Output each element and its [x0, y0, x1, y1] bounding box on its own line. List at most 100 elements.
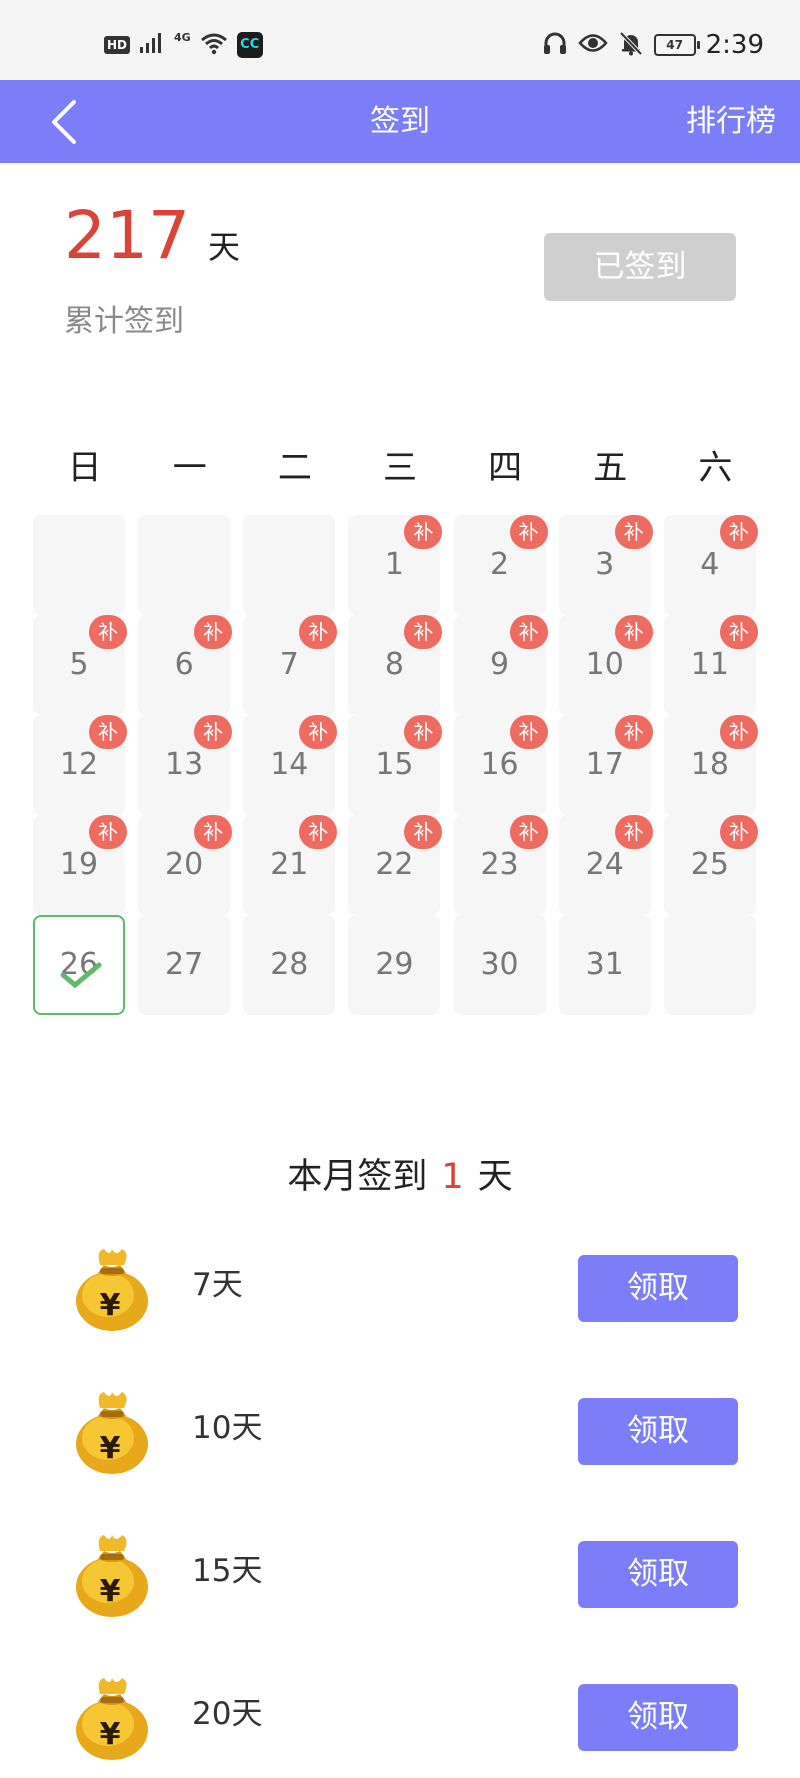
makeup-badge[interactable]: 补: [194, 815, 233, 849]
calendar-day[interactable]: 16 补: [453, 715, 548, 815]
makeup-badge[interactable]: 补: [509, 715, 548, 749]
day-number: 5: [69, 647, 89, 682]
calendar-day[interactable]: 9补: [453, 615, 548, 715]
calendar-day[interactable]: 20 补: [138, 815, 233, 915]
weekday-label: 四: [488, 448, 523, 488]
calendar-day[interactable]: 25 补: [663, 815, 758, 915]
claim-button[interactable]: 领取: [578, 1255, 738, 1322]
day-number: 19: [59, 847, 99, 882]
makeup-badge[interactable]: 补: [614, 715, 653, 749]
claim-button[interactable]: 领取: [578, 1541, 738, 1608]
calendar-day[interactable]: 3补: [558, 515, 653, 615]
makeup-badge[interactable]: 补: [719, 815, 758, 849]
makeup-badge[interactable]: 补: [719, 515, 758, 549]
reward-row: ¥ 15天 领取: [62, 1521, 738, 1621]
calendar-day[interactable]: 28: [243, 915, 336, 1015]
total-days-unit: 天: [207, 228, 240, 266]
bell-off-icon: [618, 30, 644, 60]
makeup-badge[interactable]: 补: [194, 615, 233, 649]
day-number: 31: [585, 947, 624, 982]
back-button[interactable]: [44, 94, 96, 149]
calendar-day[interactable]: 23 补: [453, 815, 548, 915]
claim-button[interactable]: 领取: [578, 1684, 738, 1751]
makeup-badge[interactable]: 补: [404, 815, 443, 849]
money-bag-icon: ¥: [62, 1378, 162, 1478]
weekday-header: 日 一 二 三 四 五 六: [32, 440, 768, 489]
calendar-day[interactable]: 1补: [348, 515, 443, 615]
makeup-badge[interactable]: 补: [299, 615, 338, 649]
calendar-day[interactable]: 8补: [348, 615, 443, 715]
money-bag-icon: ¥: [62, 1235, 162, 1335]
makeup-badge[interactable]: 补: [509, 515, 548, 549]
calendar-day[interactable]: 2补: [453, 515, 548, 615]
calendar-day[interactable]: 13 补: [138, 715, 233, 815]
day-number: 28: [270, 947, 309, 982]
calendar-day-today[interactable]: 26: [33, 915, 125, 1015]
calendar-day[interactable]: 21 补: [243, 815, 338, 915]
calendar-day[interactable]: 17 补: [558, 715, 653, 815]
day-number: 10: [585, 647, 624, 682]
calendar-day[interactable]: 24 补: [558, 815, 653, 915]
makeup-badge[interactable]: 补: [719, 615, 758, 649]
calendar-day[interactable]: 6补: [138, 615, 233, 715]
calendar-day[interactable]: 5补: [33, 615, 127, 715]
makeup-badge[interactable]: 补: [719, 715, 758, 749]
makeup-badge[interactable]: 补: [614, 515, 653, 549]
reward-days-label: 10天: [192, 1410, 263, 1446]
day-number: 12: [59, 747, 99, 782]
makeup-badge[interactable]: 补: [509, 815, 548, 849]
makeup-badge[interactable]: 补: [89, 815, 127, 849]
makeup-badge[interactable]: 补: [614, 815, 653, 849]
day-number: 1: [384, 547, 404, 582]
calendar-day[interactable]: 12 补: [33, 715, 127, 815]
svg-text:¥: ¥: [100, 1574, 121, 1609]
month-summary: 本月签到 1 天: [0, 1148, 800, 1199]
calendar-day[interactable]: 14 补: [243, 715, 338, 815]
calendar-day[interactable]: 18 补: [663, 715, 758, 815]
day-number: 22: [375, 847, 414, 882]
total-days-label: 累计签到: [64, 304, 184, 339]
makeup-badge[interactable]: 补: [194, 715, 233, 749]
makeup-badge[interactable]: 补: [299, 715, 338, 749]
calendar-day[interactable]: 15 补: [348, 715, 443, 815]
day-number: 20: [165, 847, 204, 882]
weekday-label: 五: [593, 448, 628, 488]
makeup-badge[interactable]: 补: [89, 615, 127, 649]
page-title: 签到: [370, 104, 430, 139]
calendar-day[interactable]: 10 补: [558, 615, 653, 715]
makeup-badge[interactable]: 补: [614, 615, 653, 649]
battery-indicator: 47: [653, 34, 700, 56]
day-number: 18: [690, 747, 729, 782]
reward-row: ¥ 20天 领取: [62, 1664, 738, 1764]
day-number: 2: [490, 547, 510, 582]
calendar-day[interactable]: 4补: [663, 515, 758, 615]
weekday-label: 六: [698, 448, 733, 488]
day-number: 13: [165, 747, 204, 782]
makeup-badge[interactable]: 补: [404, 515, 443, 549]
calendar-day[interactable]: 19 补: [33, 815, 127, 915]
calendar-day[interactable]: 11 补: [663, 615, 758, 715]
calendar-day[interactable]: 30: [453, 915, 546, 1015]
makeup-badge[interactable]: 补: [299, 815, 338, 849]
day-number: 24: [585, 847, 624, 882]
signed-in-button[interactable]: 已签到: [544, 233, 736, 301]
makeup-badge[interactable]: 补: [509, 615, 548, 649]
day-number: 25: [690, 847, 729, 882]
day-number: 9: [490, 647, 510, 682]
calendar-day[interactable]: 7补: [243, 615, 338, 715]
calendar-day[interactable]: 29: [348, 915, 441, 1015]
calendar-day[interactable]: 22 补: [348, 815, 443, 915]
makeup-badge[interactable]: 补: [404, 715, 443, 749]
day-number: 11: [690, 647, 729, 682]
claim-button[interactable]: 领取: [578, 1398, 738, 1465]
makeup-badge[interactable]: 补: [89, 715, 127, 749]
leaderboard-link[interactable]: 排行榜: [686, 80, 776, 163]
calendar-empty-cell: [33, 515, 125, 615]
calendar-day[interactable]: 27: [138, 915, 231, 1015]
makeup-badge[interactable]: 补: [404, 615, 443, 649]
calendar-empty-cell: [663, 915, 756, 1015]
day-number: 21: [270, 847, 309, 882]
weekday-label: 三: [382, 448, 417, 488]
calendar-day[interactable]: 31: [558, 915, 651, 1015]
nav-bar: 签到 排行榜: [0, 80, 800, 163]
